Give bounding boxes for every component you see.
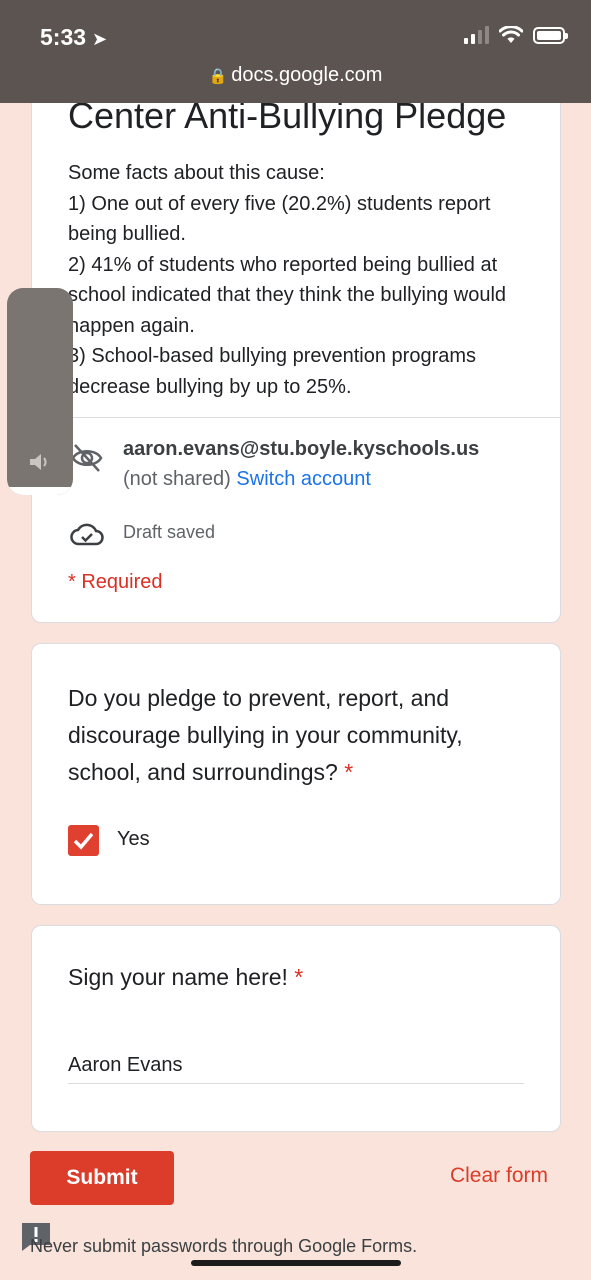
speaker-icon xyxy=(30,454,47,470)
url-text: docs.google.com xyxy=(231,64,383,86)
account-email: aaron.evans@stu.boyle.kyschools.us xyxy=(123,438,480,460)
fact-line: 1) One out of every five (20.2%) student… xyxy=(68,192,491,246)
account-status-line: (not shared) Switch account xyxy=(123,468,371,491)
switch-account-link[interactable]: Switch account xyxy=(236,468,371,490)
draft-status: Draft saved xyxy=(123,522,216,542)
not-shared-text: (not shared) xyxy=(123,468,231,490)
pledge-question-text: Do you pledge to prevent, report, and di… xyxy=(68,680,538,791)
status-time: 5:33 ➤ xyxy=(40,24,107,51)
checkmark-icon xyxy=(73,832,94,850)
password-warning: Never submit passwords through Google Fo… xyxy=(30,1236,418,1256)
divider xyxy=(32,417,560,418)
signature-question-text: Sign your name here! * xyxy=(68,964,303,991)
fact-line: Some facts about this cause: xyxy=(68,162,325,184)
volume-level xyxy=(7,487,73,495)
volume-overlay[interactable] xyxy=(7,288,73,495)
required-note: * Required xyxy=(68,571,163,593)
status-time-text: 5:33 xyxy=(40,24,87,50)
cloud-done-icon xyxy=(70,523,104,546)
fact-line: 2) 41% of students who reported being bu… xyxy=(68,253,507,337)
eye-off-icon xyxy=(71,444,103,472)
location-arrow-icon: ➤ xyxy=(92,29,108,49)
battery-icon xyxy=(533,26,568,44)
fact-line: 3) School-based bullying prevention prog… xyxy=(68,345,477,398)
submit-button[interactable]: Submit xyxy=(30,1151,174,1205)
home-indicator[interactable] xyxy=(191,1260,401,1266)
status-icons xyxy=(464,26,568,44)
wifi-icon xyxy=(499,26,523,43)
form-header-card: Center Anti-Bullying Pledge Some facts a… xyxy=(31,60,561,623)
yes-checkbox[interactable] xyxy=(68,825,99,856)
clear-form-button[interactable]: Clear form xyxy=(450,1164,548,1188)
browser-top-bar: 5:33 ➤ 🔒 docs.google.com xyxy=(0,0,591,103)
pledge-question-card: Do you pledge to prevent, report, and di… xyxy=(31,643,561,905)
url-bar[interactable]: 🔒 docs.google.com xyxy=(0,64,591,87)
yes-option-label[interactable]: Yes xyxy=(117,828,150,851)
signature-question-card: Sign your name here! * xyxy=(31,925,561,1132)
required-star: * xyxy=(294,964,304,990)
question-label: Do you pledge to prevent, report, and di… xyxy=(68,685,463,785)
cellular-signal-icon xyxy=(464,26,489,44)
signature-input[interactable] xyxy=(68,1048,524,1084)
form-description: Some facts about this cause: 1) One out … xyxy=(68,158,538,402)
question-label: Sign your name here! xyxy=(68,964,288,990)
required-star: * xyxy=(344,759,354,785)
lock-icon: 🔒 xyxy=(208,68,228,85)
